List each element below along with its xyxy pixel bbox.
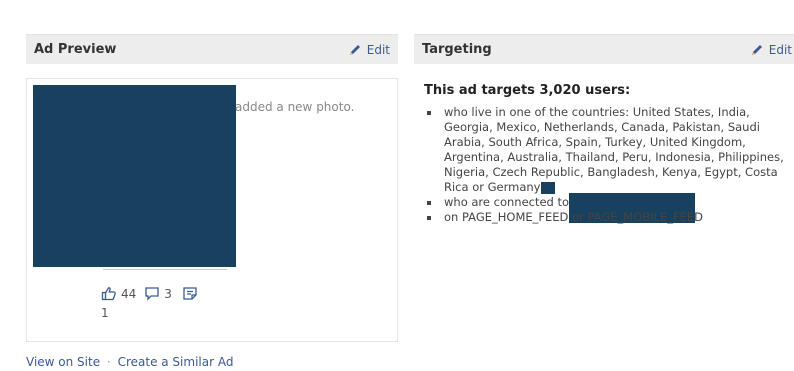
create-similar-ad-link[interactable]: Create a Similar Ad xyxy=(118,355,234,369)
targeting-summary: This ad targets 3,020 users: xyxy=(424,83,631,98)
placement-criterion-text: on PAGE_HOME_FEED or PAGE_MOBILE_FEED xyxy=(444,210,703,224)
share-icon xyxy=(183,287,197,300)
like-icon xyxy=(101,287,116,301)
pencil-icon xyxy=(349,44,360,55)
targeting-criterion: on PAGE_HOME_FEED or PAGE_MOBILE_FEED xyxy=(424,210,794,225)
ad-preview-edit-label[interactable]: Edit xyxy=(367,43,390,57)
redacted-ad-image xyxy=(33,85,236,267)
targeting-criterion: who are connected to xyxy=(424,192,794,223)
ad-preview-header: Ad Preview Edit xyxy=(26,34,398,64)
engagement-stats: 44 3 xyxy=(101,286,198,301)
comment-icon xyxy=(145,287,159,301)
targeting-title: Targeting xyxy=(422,42,492,57)
shares-count: 1 xyxy=(101,306,109,320)
targeting-criterion: who live in one of the countries: United… xyxy=(424,105,794,195)
targeting-edit-link[interactable]: Edit xyxy=(750,43,792,57)
connection-criterion-text: who are connected to xyxy=(444,195,570,209)
divider xyxy=(103,269,227,270)
activity-text: added a new photo. xyxy=(235,100,355,114)
countries-criterion-text: who live in one of the countries: United… xyxy=(444,105,784,194)
targeting-header: Targeting Edit xyxy=(414,34,794,64)
pencil-icon xyxy=(751,44,762,55)
link-separator: · xyxy=(106,355,111,369)
ad-preview-title: Ad Preview xyxy=(34,42,117,57)
ad-preview-edit-link[interactable]: Edit xyxy=(348,43,390,57)
comments-count: 3 xyxy=(164,286,172,301)
targeting-criteria-list: who live in one of the countries: United… xyxy=(424,105,794,225)
redacted-text xyxy=(540,181,555,194)
targeting-edit-label[interactable]: Edit xyxy=(769,43,792,57)
likes-count: 44 xyxy=(121,286,137,301)
preview-footer-links: View on Site · Create a Similar Ad xyxy=(26,355,233,369)
ad-preview-card: added a new photo. 44 3 1 xyxy=(26,78,398,342)
view-on-site-link[interactable]: View on Site xyxy=(26,355,100,369)
